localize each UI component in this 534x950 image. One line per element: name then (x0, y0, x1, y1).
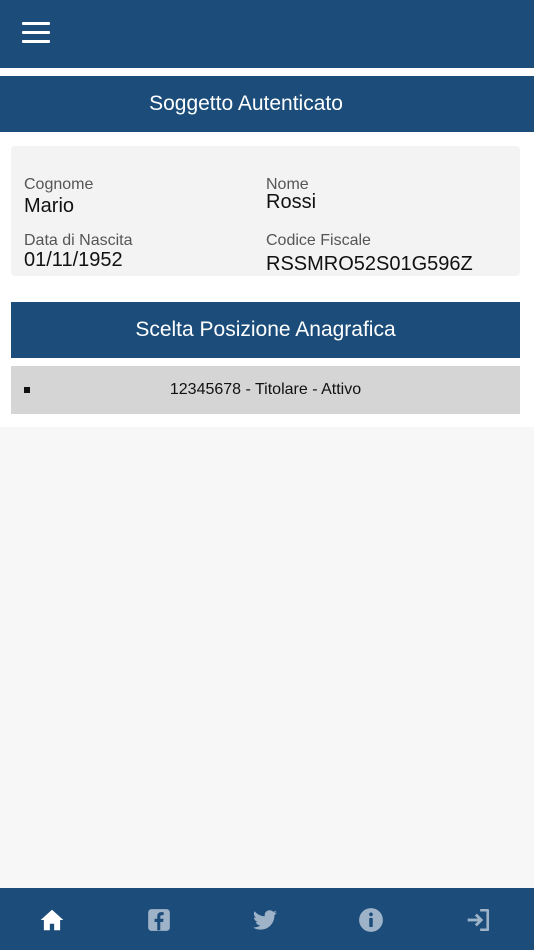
birth-date-label: Data di Nascita (24, 232, 133, 249)
authenticated-subject-title: Soggetto Autenticato (149, 92, 343, 115)
home-icon[interactable] (39, 907, 65, 933)
birth-date-field: Data di Nascita 01/11/1952 (24, 232, 133, 271)
cognome-value: Mario (24, 195, 75, 217)
top-app-bar (0, 0, 534, 68)
birth-date-value: 01/11/1952 (24, 249, 123, 271)
fiscal-code-field: Codice Fiscale RSSMRO52S01G596Z (266, 232, 473, 275)
main-content: Cognome Mario Nome Rossi Data di Nascita… (0, 132, 534, 427)
nome-field: Nome Rossi (266, 176, 316, 213)
cognome-field: Cognome Mario (24, 176, 93, 217)
bullet-icon (24, 387, 30, 393)
hamburger-menu-icon[interactable] (20, 20, 52, 46)
position-item-label: 12345678 - Titolare - Attivo (169, 381, 362, 398)
twitter-icon[interactable] (252, 907, 278, 933)
subject-info-card: Cognome Mario Nome Rossi Data di Nascita… (11, 146, 520, 276)
position-list-item[interactable]: 12345678 - Titolare - Attivo (11, 366, 520, 414)
authenticated-subject-header: Soggetto Autenticato (0, 76, 534, 132)
header-separator (0, 68, 534, 76)
facebook-icon[interactable] (146, 907, 172, 933)
logout-icon[interactable] (465, 907, 491, 933)
fiscal-code-value: RSSMRO52S01G596Z (266, 253, 473, 275)
nome-value: Rossi (266, 191, 317, 213)
fiscal-code-label: Codice Fiscale (266, 232, 371, 249)
position-choice-title: Scelta Posizione Anagrafica (135, 318, 396, 341)
info-icon[interactable] (358, 907, 384, 933)
position-choice-header: Scelta Posizione Anagrafica (11, 302, 520, 358)
bottom-nav-bar (0, 888, 534, 950)
cognome-label: Cognome (24, 176, 94, 193)
